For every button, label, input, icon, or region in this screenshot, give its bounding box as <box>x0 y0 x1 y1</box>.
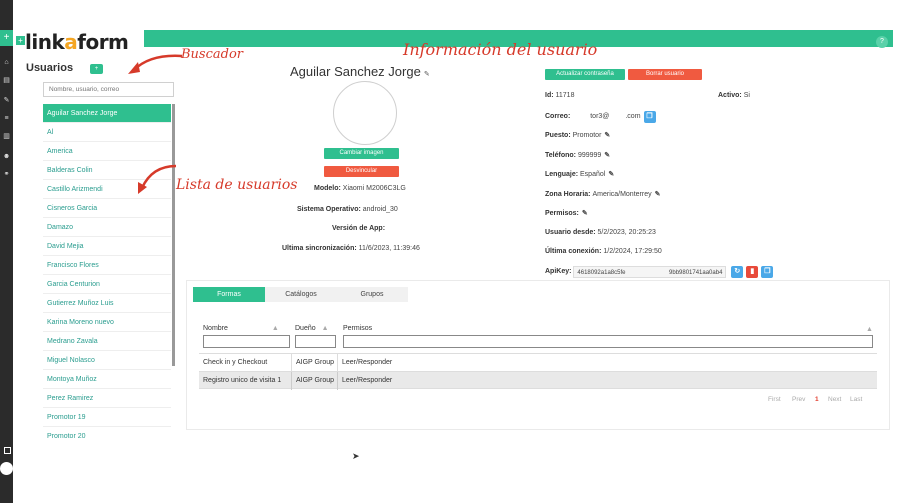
user-list-item[interactable]: America <box>43 142 171 161</box>
os-info: Sistema Operativo: android_30 <box>297 206 398 213</box>
edit-language-icon[interactable]: ✎ <box>608 171 614 178</box>
user-list-item[interactable]: Cisneros Garcia <box>43 199 171 218</box>
user-list-item[interactable]: Francisco Flores <box>43 256 171 275</box>
pager-prev[interactable]: Prev <box>792 396 805 403</box>
tab-catalogos[interactable]: Catálogos <box>265 287 337 302</box>
last-connection-field: Última conexión: 1/2/2024, 17:29:50 <box>545 248 662 255</box>
annotation-informacion: Información del usuario <box>403 40 598 59</box>
edit-permissions-icon[interactable]: ✎ <box>582 210 588 217</box>
phone-field: Teléfono: 999999 ✎ <box>545 152 611 159</box>
search-input[interactable] <box>43 82 174 97</box>
edit-position-icon[interactable]: ✎ <box>604 132 610 139</box>
mouse-cursor-icon: ➤ <box>352 451 360 461</box>
pager-last[interactable]: Last <box>850 396 862 403</box>
copy-apikey-icon[interactable]: ❐ <box>761 266 774 278</box>
edit-phone-icon[interactable]: ✎ <box>604 152 610 159</box>
filter-dueno-input[interactable] <box>295 335 336 348</box>
table-row[interactable]: Check in y Checkout AIGP Group Leer/Resp… <box>199 353 877 372</box>
last-sync-info: Ultima sincronización: 11/6/2023, 11:39:… <box>282 245 420 252</box>
sort-permisos-icon[interactable]: ▲ <box>866 326 873 333</box>
change-image-button[interactable]: Cambiar imagen <box>324 148 399 159</box>
edit-icon[interactable]: ✎ <box>2 96 11 105</box>
user-list-item[interactable]: Aguilar Sanchez Jorge <box>43 104 171 123</box>
user-name-title: Aguilar Sanchez Jorge ✎ <box>290 64 430 79</box>
header-nombre[interactable]: Nombre ▲ <box>203 325 279 332</box>
delete-apikey-icon[interactable]: ▮ <box>746 266 759 278</box>
annotation-arrow-lista <box>138 164 177 194</box>
user-list-item[interactable]: Medrano Zavala <box>43 332 171 351</box>
timezone-field: Zona Horaria: America/Monterrey ✎ <box>545 191 661 198</box>
inbox-icon[interactable] <box>4 447 11 454</box>
email-field: Correo: tor3@ .com ❐ <box>545 111 656 123</box>
help-icon[interactable]: ? <box>876 36 888 48</box>
permissions-field: Permisos: ✎ <box>545 210 588 217</box>
user-since-field: Usuario desde: 5/2/2023, 20:25:23 <box>545 229 656 236</box>
list-icon[interactable]: ≡ <box>2 114 11 123</box>
user-list-item[interactable]: Perez Ramirez <box>43 389 171 408</box>
user-list-item[interactable]: Al <box>43 123 171 142</box>
filter-permisos-input[interactable] <box>343 335 873 348</box>
header-dueno[interactable]: Dueño ▲ <box>295 325 329 332</box>
link-icon[interactable]: ⚭ <box>2 170 11 179</box>
user-list-scrollbar[interactable] <box>172 104 175 366</box>
logo: linkaform <box>25 30 129 54</box>
model-info: Modelo: Xiaomi M2006C3LG <box>314 185 406 192</box>
annotation-arrow-buscador <box>128 54 183 74</box>
user-list-item[interactable]: Promotor 20 <box>43 427 171 438</box>
pager-first[interactable]: First <box>768 396 781 403</box>
app-version-info: Versión de App: <box>332 225 386 232</box>
position-field: Puesto: Promotor ✎ <box>545 132 611 139</box>
user-list-item[interactable]: Damazo <box>43 218 171 237</box>
user-list-item[interactable]: Miguel Nolasco <box>43 351 171 370</box>
annotation-lista: Lista de usuarios <box>176 177 298 193</box>
user-list-item[interactable]: Promotor 19 <box>43 408 171 427</box>
unlink-button[interactable]: Desvincular <box>324 166 399 177</box>
update-password-button[interactable]: Actualizar contraseña <box>545 69 625 80</box>
delete-user-button[interactable]: Borrar usuario <box>628 69 702 80</box>
profile-avatar <box>333 81 397 145</box>
copy-email-icon[interactable]: ❐ <box>643 111 656 123</box>
document-icon[interactable]: ▤ <box>2 76 11 85</box>
tab-grupos[interactable]: Grupos <box>337 287 407 302</box>
user-list-item[interactable]: David Mejia <box>43 237 171 256</box>
avatar[interactable] <box>0 462 13 475</box>
edit-name-icon[interactable]: ✎ <box>424 71 430 78</box>
refresh-apikey-icon[interactable]: ↻ <box>731 266 744 278</box>
user-list: Aguilar Sanchez Jorge Al America Balderas C… <box>43 104 171 438</box>
header-permisos[interactable]: Permisos <box>343 325 372 332</box>
id-field: Id: 11718 <box>545 92 575 99</box>
user-list-item[interactable]: Garcia Centurion <box>43 275 171 294</box>
filter-nombre-input[interactable] <box>203 335 290 348</box>
apikey-field: ApiKey: 4618092a1a8c5fe 9bb9801741aa0ab4 … <box>545 266 774 278</box>
active-field: Activo: Si <box>718 92 750 99</box>
pager-next[interactable]: Next <box>828 396 841 403</box>
logo-plus-icon: + <box>16 36 25 45</box>
home-icon[interactable]: ⌂ <box>2 58 11 67</box>
user-plus-icon[interactable]: + <box>90 64 103 74</box>
annotation-buscador: Buscador <box>181 47 243 62</box>
apikey-value: 4618092a1a8c5fe 9bb9801741aa0ab4 <box>573 266 727 278</box>
tab-formas[interactable]: Formas <box>193 287 265 302</box>
table-row[interactable]: Registro unico de visita 1 AIGP Group Le… <box>199 371 877 390</box>
user-list-item[interactable]: Montoya Muñoz <box>43 370 171 389</box>
rail-plus-icon[interactable]: + <box>0 30 13 46</box>
users-title: Usuarios <box>26 62 74 74</box>
pager-current[interactable]: 1 <box>815 396 819 403</box>
chart-icon[interactable]: ▥ <box>2 132 11 141</box>
language-field: Lenguaje: Español ✎ <box>545 171 615 178</box>
user-list-item[interactable]: Karina Moreno nuevo <box>43 313 171 332</box>
users-icon[interactable]: ☻ <box>2 152 11 161</box>
edit-timezone-icon[interactable]: ✎ <box>655 191 661 198</box>
user-list-item[interactable]: Gutierrez Muñoz Luis <box>43 294 171 313</box>
